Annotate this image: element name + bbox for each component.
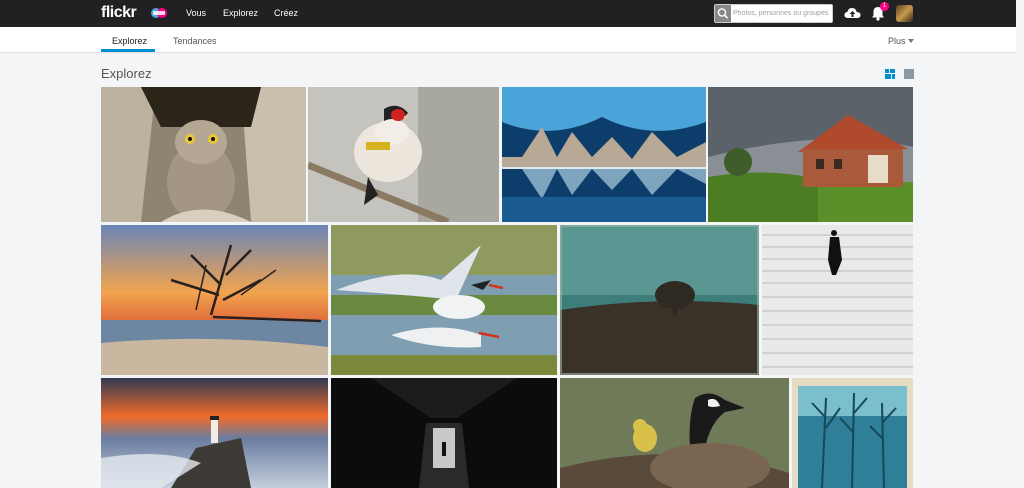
photo-tile-ice-cave[interactable]	[502, 87, 706, 222]
single-view-icon[interactable]	[904, 69, 914, 79]
nav-you[interactable]: Vous	[186, 8, 206, 18]
window-scrollbar-gutter	[1016, 0, 1024, 488]
search-input[interactable]	[733, 7, 831, 20]
nav-create[interactable]: Créez	[274, 8, 298, 18]
photo-tile-lighthouse[interactable]	[101, 378, 328, 488]
photo-tile-owlet[interactable]	[101, 87, 306, 222]
active-tab-indicator	[101, 49, 155, 52]
upload-cloud-icon[interactable]	[844, 5, 861, 21]
nav-explore[interactable]: Explorez	[223, 8, 258, 18]
photo-tile-terns[interactable]	[331, 225, 557, 375]
search-icon[interactable]	[715, 5, 731, 22]
photo-tile-dark-tunnel[interactable]	[331, 378, 557, 488]
flickr-pro-icon[interactable]	[150, 7, 168, 19]
top-navbar: flickr Vous Explorez Créez 1	[0, 0, 1016, 27]
search-box	[714, 4, 833, 23]
page-title: Explorez	[101, 66, 152, 81]
photo-tile-farmhouse[interactable]	[708, 87, 913, 222]
tab-explore[interactable]: Explorez	[112, 36, 147, 46]
photo-tile-silhouette-steps[interactable]	[762, 225, 913, 375]
photo-tile-lone-tree[interactable]	[560, 225, 759, 375]
photo-tile-blue-forest[interactable]	[792, 378, 913, 488]
notification-badge: 1	[880, 2, 889, 11]
flickr-logo[interactable]: flickr	[101, 4, 137, 22]
avatar[interactable]	[896, 5, 913, 22]
justified-view-icon[interactable]	[885, 69, 895, 79]
photo-tile-goose[interactable]	[560, 378, 789, 488]
chevron-down-icon[interactable]	[908, 39, 914, 43]
tab-trending[interactable]: Tendances	[173, 36, 217, 46]
photo-tile-sunset-tree[interactable]	[101, 225, 328, 375]
more-menu[interactable]: Plus	[888, 36, 906, 46]
photo-tile-goldfinch[interactable]	[308, 87, 499, 222]
sub-navbar: Explorez Tendances Plus	[0, 27, 1016, 53]
